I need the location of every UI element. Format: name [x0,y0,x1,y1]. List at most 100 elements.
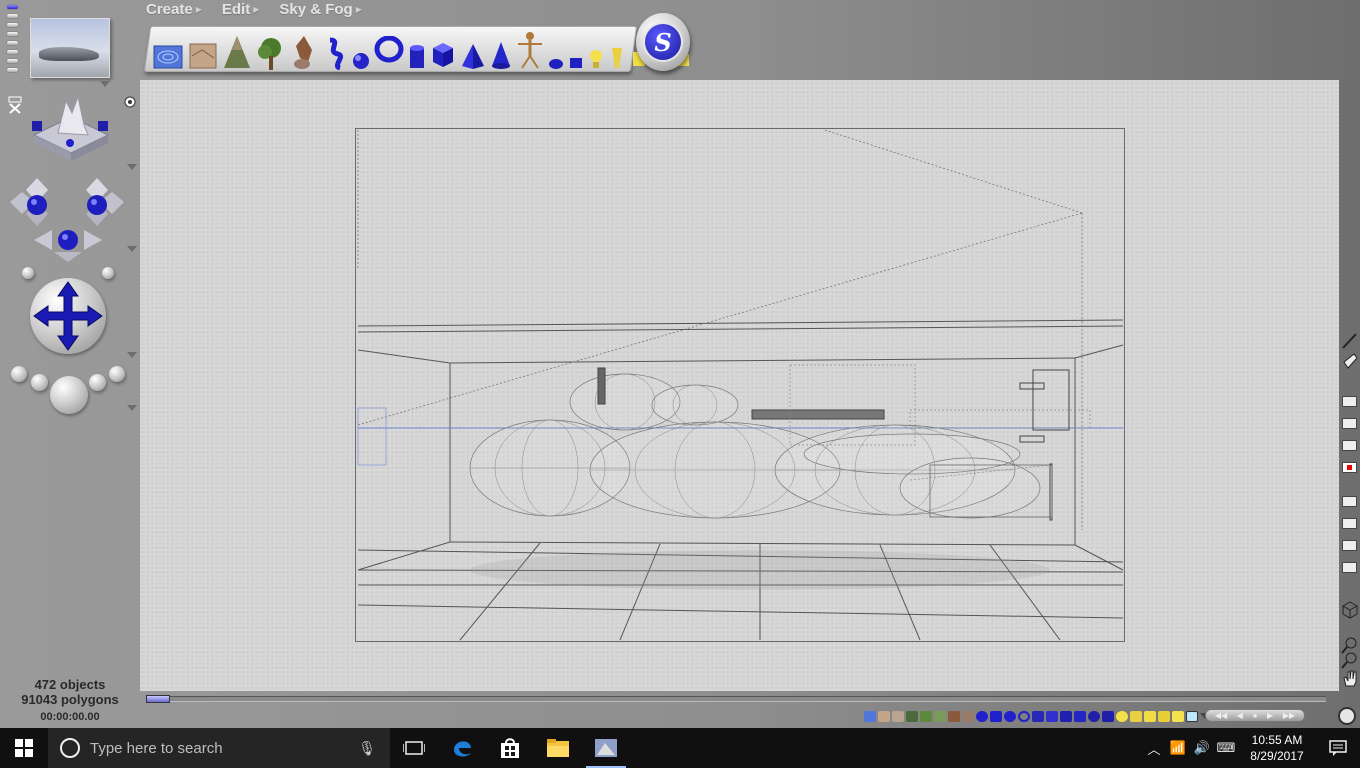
volume-icon[interactable]: 🔊 [1190,740,1214,756]
metaball-icon[interactable] [322,36,348,70]
taskbar-search[interactable]: Type here to search 🎙 [48,728,390,768]
record-view-icon[interactable] [1342,462,1357,473]
task-view-button[interactable] [390,728,438,768]
cone-icon[interactable] [1074,710,1086,722]
light-bulb-icon[interactable] [1116,710,1128,722]
disk-icon[interactable] [1088,710,1100,722]
dock-button-6[interactable] [6,49,19,55]
dock-button-2[interactable] [6,13,19,19]
sphere-icon[interactable] [352,52,370,70]
boulder-icon[interactable] [948,710,960,722]
terrain-icon[interactable] [188,36,218,70]
render-menu-arrow[interactable] [127,405,137,411]
quad-light-icon[interactable] [1144,710,1156,722]
scene-viewport[interactable] [140,80,1339,691]
timeline-scrubber[interactable] [146,695,170,703]
torus-icon[interactable] [374,36,404,70]
render-preview-thumbnail[interactable] [30,18,110,78]
cube-icon[interactable] [1046,710,1058,722]
spotlight-icon[interactable] [608,46,626,70]
view-control-icon[interactable] [28,95,114,172]
dock-button-5[interactable] [6,40,19,46]
water-icon[interactable] [152,36,184,70]
plant-icon[interactable] [934,710,946,722]
render-option-sphere-2[interactable] [31,374,48,391]
taskbar-clock[interactable]: 10:55 AM 8/29/2017 [1238,732,1316,764]
dock-button-3[interactable] [6,22,19,28]
cube-icon[interactable] [430,40,456,70]
rewind-icon[interactable]: ◀◀ [1215,711,1227,720]
shaded-mode-icon[interactable] [1342,518,1357,529]
fast-forward-icon[interactable]: ▶▶ [1283,711,1295,720]
pyramid-icon[interactable] [1060,710,1072,722]
tree-icon[interactable] [920,710,932,722]
camera-pan-icon[interactable] [32,222,104,275]
microphone-icon[interactable]: 🎙 [358,740,376,757]
dock-button-4[interactable] [6,31,19,37]
display-options-icon[interactable] [1342,562,1357,573]
cube-light-icon[interactable] [1172,710,1184,722]
play-icon[interactable]: ▶ [1267,711,1273,720]
render-option-sphere-4[interactable] [109,366,125,382]
cube-view-icon[interactable] [1340,600,1360,620]
rock-icon[interactable] [892,710,904,722]
human-figure-icon[interactable] [516,30,544,70]
sphere-icon[interactable] [976,710,988,722]
bryce-taskbar-button[interactable] [582,728,630,768]
light-bulb-icon[interactable] [588,48,604,70]
start-button[interactable] [0,728,48,768]
move-menu-arrow[interactable] [127,352,137,358]
cylinder-icon[interactable] [408,44,426,70]
directional-light-icon[interactable] [1158,710,1170,722]
square-icon[interactable] [1102,710,1114,722]
image-icon[interactable] [1186,710,1198,722]
dock-button-7[interactable] [6,58,19,64]
side-view-icon[interactable] [1342,440,1357,451]
thumbnail-menu-arrow[interactable] [100,81,110,87]
render-option-sphere-1[interactable] [11,366,27,382]
menu-create[interactable]: Create ▶ [146,0,202,18]
wireframe-mode-icon[interactable] [1342,496,1357,507]
sphere-icon[interactable] [1004,710,1016,722]
pyramid-icon[interactable] [460,42,486,70]
view-menu-arrow[interactable] [127,164,137,170]
terrain-icon[interactable] [878,710,890,722]
dock-button-1[interactable] [6,4,19,10]
render-option-sphere-3[interactable] [89,374,106,391]
globe-icon[interactable] [1338,707,1356,725]
cylinder-icon[interactable] [1032,710,1044,722]
dock-button-8[interactable] [6,67,19,73]
store-taskbar-button[interactable] [486,728,534,768]
edge-taskbar-button[interactable] [438,728,486,768]
camera-menu-arrow[interactable] [127,246,137,252]
top-view-icon[interactable] [1342,418,1357,429]
disk-icon[interactable] [548,56,564,70]
render-button-sphere[interactable] [50,376,88,414]
zoom-out-icon[interactable] [1340,650,1360,670]
torus-icon[interactable] [1018,710,1030,722]
cone-icon[interactable] [490,40,512,70]
metaball-icon[interactable] [990,710,1002,722]
tree-icon[interactable] [256,36,286,70]
action-center-button[interactable] [1316,728,1360,768]
background-mode-icon[interactable] [1342,540,1357,551]
water-icon[interactable] [864,710,876,722]
chevron-up-icon[interactable]: ︿ [1142,739,1166,758]
step-back-icon[interactable]: ◀ [1237,711,1243,720]
wifi-icon[interactable]: 📶 [1166,740,1190,756]
menu-edit[interactable]: Edit ▶ [222,0,260,18]
hand-pan-icon[interactable] [1340,668,1360,688]
bryce-logo-button[interactable]: S [636,13,690,71]
keyboard-icon[interactable]: ⌨ [1214,740,1238,756]
file-explorer-taskbar-button[interactable] [534,728,582,768]
camera-view-icon[interactable] [1342,396,1357,407]
animation-timeline[interactable] [146,695,1326,703]
menu-sky-fog[interactable]: Sky & Fog ▶ [279,0,362,18]
dock-toggle-icon[interactable] [8,96,22,119]
stone-icon[interactable] [962,710,974,722]
brush-icon[interactable] [1340,330,1360,370]
square-icon[interactable] [568,56,584,70]
mountain-icon[interactable] [222,32,252,70]
view-radio-icon[interactable] [124,95,136,113]
boulder-icon[interactable] [290,34,318,70]
